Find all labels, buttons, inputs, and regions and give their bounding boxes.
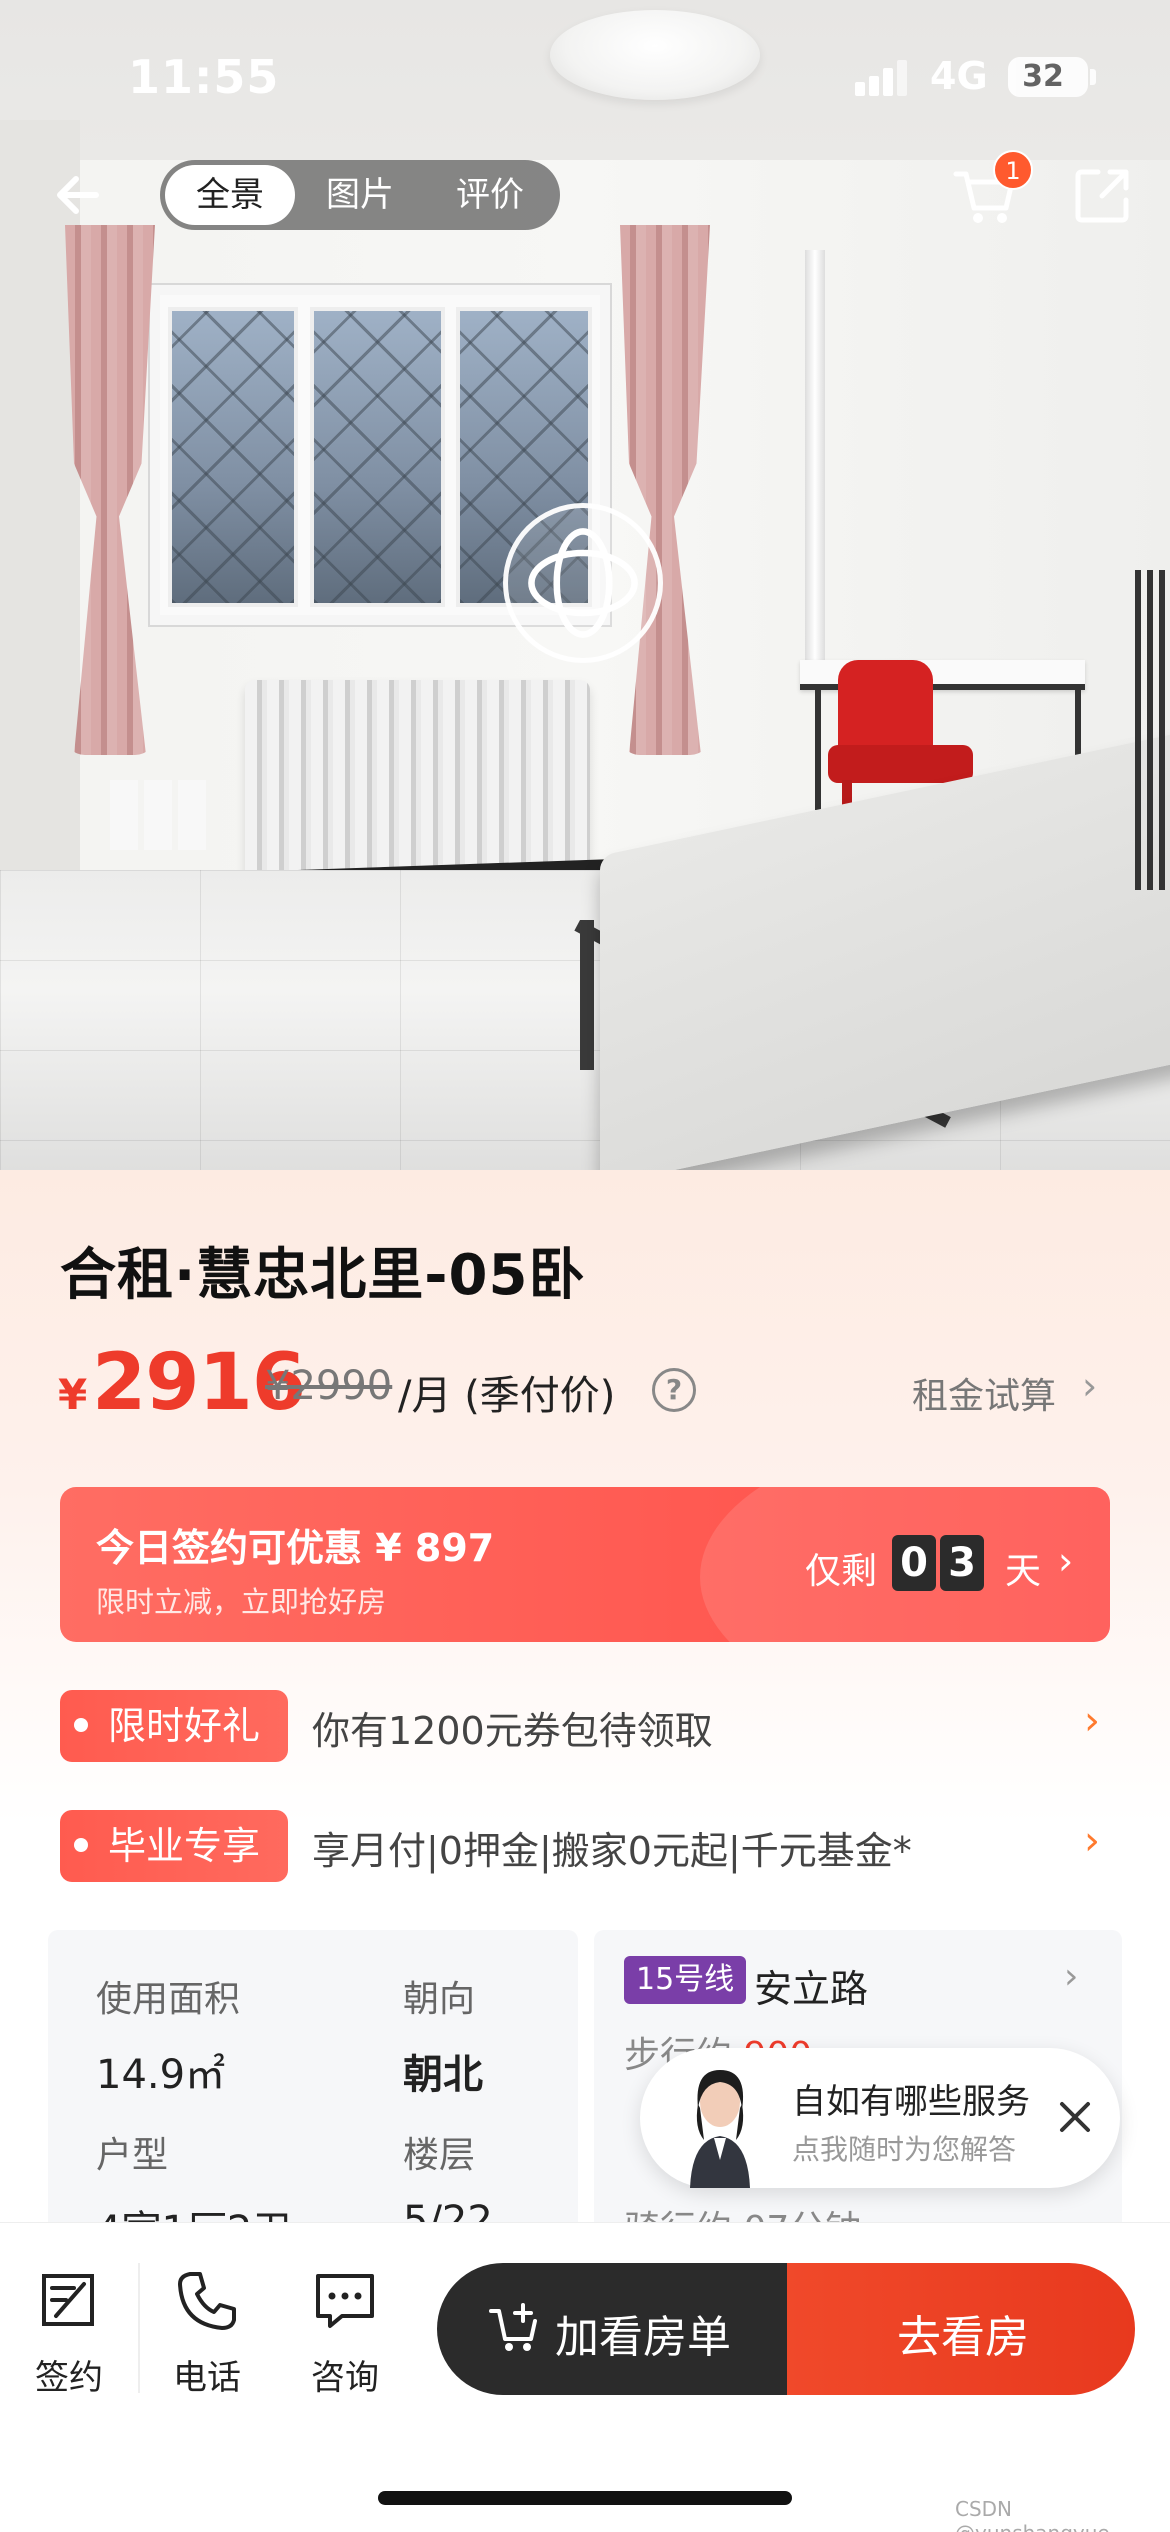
sign-icon: [42, 2274, 94, 2326]
help-icon[interactable]: ?: [652, 1368, 696, 1412]
assistant-subtitle: 点我随时为您解答: [792, 2133, 1017, 2166]
go-label: 去看房: [897, 2312, 1029, 2363]
promo-card[interactable]: 今日签约可优惠 ¥ 897 限时立减，立即抢好房 仅剩 0 3 天 ›: [60, 1487, 1110, 1642]
panorama-icon[interactable]: [503, 503, 663, 663]
spec-card: 使用面积 14.9㎡ 朝向 朝北 户型 4室1厅2卫 楼层 5/22: [48, 1930, 578, 2254]
promo-title: 今日签约可优惠 ¥ 897: [96, 1526, 495, 1570]
listing-title: 合租·慧忠北里-05卧: [60, 1243, 586, 1308]
promo-subtitle: 限时立减，立即抢好房: [96, 1585, 387, 1619]
cart-badge: 1: [993, 150, 1033, 190]
chevron-right-icon: ›: [1064, 1956, 1079, 1997]
orientation-value: 朝北: [403, 2052, 483, 2098]
assistant-avatar: [690, 2070, 750, 2188]
media-tabs: 全景 图片 评价: [160, 160, 560, 230]
call-label: 电话: [173, 2358, 241, 2398]
metro-line-badge: 15号线: [624, 1956, 747, 2004]
perk-tag-label: 限时好礼: [108, 1704, 261, 1748]
tab-photos[interactable]: 图片: [295, 165, 425, 225]
ceiling-lamp: [550, 10, 760, 100]
consult-label: 咨询: [311, 2358, 379, 2398]
perk-text: 你有1200元券包待领取: [312, 1709, 713, 1753]
tab-reviews[interactable]: 评价: [425, 165, 555, 225]
area-value: 14.9㎡: [96, 2052, 226, 2098]
area-label: 使用面积: [96, 1979, 241, 2020]
perk-tag-label: 毕业专享: [108, 1824, 261, 1868]
radiator: [245, 680, 590, 890]
cart-plus-icon: [489, 2303, 537, 2351]
chair: [838, 660, 933, 755]
assistant-title: 自如有哪些服务: [792, 2082, 1030, 2122]
orientation-label: 朝向: [403, 1979, 476, 2020]
layout-label: 户型: [96, 2135, 169, 2176]
room-photo[interactable]: 11:55 4G 32 全景 图片 评价 1: [0, 0, 1170, 1170]
bed-frame: [580, 920, 594, 1070]
chevron-right-icon: ›: [1058, 1539, 1074, 1583]
sign-label: 签约: [35, 2358, 103, 2398]
chat-icon: [316, 2274, 374, 2328]
add-to-viewing-list-button[interactable]: 加看房单: [437, 2263, 787, 2395]
countdown-digit: 3: [940, 1535, 984, 1591]
close-icon[interactable]: [1052, 2094, 1098, 2140]
divider: [138, 2263, 140, 2393]
assistant-bubble[interactable]: 自如有哪些服务 点我随时为您解答: [640, 2048, 1120, 2188]
perk-tag: 限时好礼: [60, 1690, 288, 1762]
network-type: 4G: [930, 54, 988, 98]
go-view-button[interactable]: 去看房: [787, 2263, 1135, 2395]
price-unit: /月 (季付价): [398, 1373, 616, 1419]
watermark: CSDN @yunshangyue: [955, 2497, 1110, 2532]
status-time: 11:55: [128, 50, 280, 104]
price-symbol: ¥: [58, 1370, 88, 1419]
bottom-action-bar: 签约 电话 咨询 加看房单 去看房: [0, 2222, 1170, 2532]
home-indicator: [378, 2491, 792, 2505]
tab-panorama[interactable]: 全景: [165, 165, 295, 225]
station-name: 安立路: [754, 1967, 869, 2011]
day-label: 天: [1005, 1551, 1042, 1592]
original-price: ¥2990: [265, 1363, 393, 1409]
back-arrow-icon[interactable]: [50, 165, 110, 225]
chevron-right-icon[interactable]: ›: [1082, 1364, 1097, 1408]
signal-icon: [855, 60, 907, 96]
chair-seat: [828, 745, 973, 783]
pipe: [805, 250, 825, 670]
battery-level: 32: [1022, 59, 1064, 94]
chevron-right-icon: ›: [1084, 1698, 1100, 1744]
floor-label: 楼层: [403, 2135, 476, 2176]
battery-icon: 32: [1008, 57, 1096, 97]
add-label: 加看房单: [555, 2312, 731, 2363]
bed-post: [1135, 570, 1165, 890]
perk-tag: 毕业专享: [60, 1810, 288, 1882]
listing-info: 合租·慧忠北里-05卧 ¥ 2916 ¥2990 /月 (季付价) ? 租金试算…: [0, 1170, 1170, 2254]
share-icon[interactable]: [1072, 164, 1134, 226]
remaining-label: 仅剩: [805, 1551, 878, 1592]
perk-row-graduate[interactable]: 毕业专享 享月付|0押金|搬家0元起|千元基金* ›: [60, 1810, 1110, 1886]
desk-leg: [815, 690, 821, 810]
sign-button[interactable]: 签约: [14, 2268, 124, 2399]
perk-text: 享月付|0押金|搬家0元起|千元基金*: [312, 1829, 912, 1873]
perk-row-gift[interactable]: 限时好礼 你有1200元券包待领取 ›: [60, 1690, 1110, 1766]
wall-outlets: [110, 780, 210, 850]
countdown-digit: 0: [892, 1535, 936, 1591]
phone-icon: [178, 2272, 236, 2330]
rent-calculator-link[interactable]: 租金试算: [912, 1367, 1056, 1419]
consult-button[interactable]: 咨询: [290, 2268, 400, 2399]
call-button[interactable]: 电话: [152, 2268, 262, 2399]
chevron-right-icon: ›: [1084, 1818, 1100, 1864]
